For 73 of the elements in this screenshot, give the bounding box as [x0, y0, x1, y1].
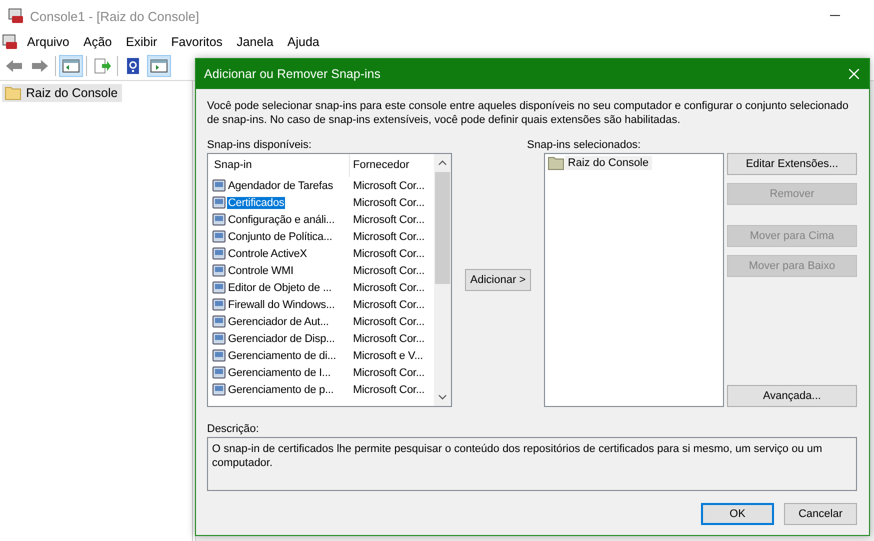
action-pane-icon[interactable]	[148, 56, 170, 76]
vendor-cell-text: Microsoft Cor...	[352, 264, 426, 276]
scroll-down-icon[interactable]	[438, 394, 447, 400]
vendor-cell-text: Microsoft Cor...	[352, 282, 426, 294]
snap-in-name[interactable]: Firewall do Windows...	[227, 298, 336, 310]
side-button[interactable]: Editar Extensões...	[727, 153, 857, 175]
dialog-button[interactable]: OK	[701, 503, 774, 525]
snap-in-name[interactable]: Certificados	[227, 196, 286, 208]
folder-icon	[5, 86, 21, 100]
vendor-cell-text: Microsoft Cor...	[352, 384, 426, 396]
console-tree-icon[interactable]	[60, 56, 82, 76]
snap-in-icon	[211, 194, 227, 210]
vendor-cell-text: Microsoft Cor...	[352, 214, 426, 226]
snap-in-icon	[211, 262, 227, 278]
window-title: Console1 - [Raiz do Console]	[30, 8, 200, 24]
menu-item[interactable]: Janela	[230, 35, 280, 49]
console-app-icon[interactable]	[2, 34, 18, 50]
selected-label: Snap-ins selecionados:	[527, 139, 641, 151]
menu-item[interactable]: Ajuda	[280, 35, 326, 49]
vendor-cell-text: Microsoft Cor...	[352, 332, 426, 344]
snap-in-icon	[211, 178, 227, 194]
selected-snap-in[interactable]: Raiz do Console	[564, 156, 652, 170]
scroll-thumb[interactable]	[435, 172, 450, 284]
column-header[interactable]: Snap-in	[208, 154, 350, 177]
snap-in-name[interactable]: Conjunto de Política...	[227, 230, 334, 242]
snap-in-name[interactable]: Gerenciamento de I...	[227, 366, 332, 378]
snap-in-icon	[211, 364, 227, 380]
tree-item[interactable]: Raiz do Console	[2, 84, 122, 102]
snap-in-icon	[211, 296, 227, 312]
folder-icon	[548, 156, 564, 170]
vendor-cell-text: Microsoft Cor...	[352, 248, 426, 260]
snap-in-name[interactable]: Agendador de Tarefas	[227, 180, 334, 192]
menu-item[interactable]: Favoritos	[164, 35, 230, 49]
vendor-cell-text: Microsoft Cor...	[352, 298, 426, 310]
menu-item[interactable]: Arquivo	[20, 35, 76, 49]
column-header[interactable]: Fornecedor	[350, 154, 434, 177]
dialog-title: Adicionar ou Remover Snap-ins	[204, 67, 380, 81]
scroll-up-icon[interactable]	[438, 160, 447, 166]
snap-in-icon	[211, 330, 227, 346]
snap-in-name[interactable]: Gerenciamento de p...	[227, 384, 335, 396]
snap-in-name[interactable]: Gerenciador de Aut...	[227, 316, 330, 328]
close-icon[interactable]	[849, 69, 859, 79]
snap-in-icon	[211, 280, 227, 296]
scrollbar[interactable]	[434, 154, 451, 406]
vendor-cell-text: Microsoft Cor...	[352, 196, 426, 208]
snap-in-name[interactable]: Controle WMI	[227, 264, 294, 276]
vendor-cell-text: Microsoft e V...	[352, 350, 424, 362]
snap-in-icon	[211, 348, 227, 364]
snap-in-name[interactable]: Editor de Objeto de ...	[227, 282, 333, 294]
vendor-cell-text: Microsoft Cor...	[352, 316, 426, 328]
snap-in-icon	[211, 228, 227, 244]
minimize-icon[interactable]	[830, 15, 840, 17]
console-app-icon	[8, 8, 24, 24]
description-text: O snap-in de certificados lhe permite pesquisar o conteúdo dos repositórios de certificados para si mesmo, um serviço ou um computador.	[207, 437, 857, 491]
intro-text: Você pode selecionar snap-ins para este console entre aqueles disponíveis no seu computador e configurar o conjunto selecionado de snap-ins. No caso de snap-ins extensíveis, você pode definir quais extensões são habilitadas.	[207, 99, 850, 127]
snap-in-icon	[211, 314, 227, 330]
dialog-button[interactable]: Cancelar	[784, 503, 857, 525]
menu-item[interactable]: Ação	[76, 35, 119, 49]
add-button[interactable]: Adicionar >	[465, 269, 531, 291]
vendor-cell-text: Microsoft Cor...	[352, 230, 426, 242]
side-button[interactable]: Avançada...	[727, 385, 857, 407]
snap-in-name[interactable]: Gerenciador de Disp...	[227, 332, 336, 344]
snap-in-name[interactable]: Configuração e análi...	[227, 214, 336, 226]
snap-in-icon	[211, 212, 227, 228]
snap-in-icon	[211, 246, 227, 262]
vendor-cell-text: Microsoft Cor...	[352, 180, 426, 192]
available-label: Snap-ins disponíveis:	[207, 139, 313, 151]
snap-in-name[interactable]: Controle ActiveX	[227, 248, 308, 260]
snap-in-name[interactable]: Gerenciamento de di...	[227, 350, 337, 362]
description-label: Descrição:	[207, 423, 260, 435]
vendor-cell-text: Microsoft Cor...	[352, 366, 426, 378]
menu-item[interactable]: Exibir	[118, 35, 164, 49]
snap-in-icon	[211, 382, 227, 398]
